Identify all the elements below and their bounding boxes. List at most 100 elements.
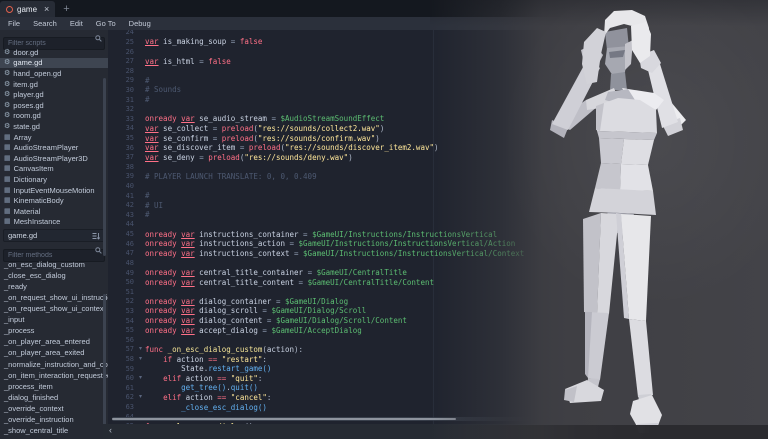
collapse-panel-icon[interactable]: ‹ <box>109 425 112 435</box>
fold-arrow-icon[interactable]: ▾ <box>136 394 145 400</box>
script-item-audiostreamplayer3d[interactable]: ▦AudioStreamPlayer3D <box>0 153 108 164</box>
method-item--input[interactable]: _input <box>0 314 108 325</box>
line-number: 39 <box>108 172 136 180</box>
current-script-header: game.gd <box>3 229 105 242</box>
code-text: var se_confirm = preload("res://sounds/c… <box>145 134 380 143</box>
method-item--on-item-interaction-requested[interactable]: _on_item_interaction_requested <box>0 370 108 381</box>
class-icon: ▦ <box>4 218 11 225</box>
code-text: onready var central_title_content = $Gam… <box>145 278 434 287</box>
line-number: 57 <box>108 345 136 353</box>
method-item--close-esc-dialog[interactable]: _close_esc_dialog <box>0 270 108 281</box>
method-item--override-instruction[interactable]: _override_instruction <box>0 414 108 425</box>
menu-file[interactable]: File <box>8 19 20 28</box>
code-text: var se_collect = preload("res://sounds/c… <box>145 124 384 133</box>
menu-edit[interactable]: Edit <box>70 19 83 28</box>
menu-go-to[interactable]: Go To <box>96 19 116 28</box>
horizontal-scrollbar-thumb[interactable] <box>112 418 456 420</box>
head <box>582 10 651 90</box>
godot-editor-window: game × + FileSearchEditGo ToDebug ⚙door.… <box>0 0 768 439</box>
script-icon: ⚙ <box>4 59 10 66</box>
script-item-audiostreamplayer[interactable]: ▦AudioStreamPlayer <box>0 142 108 153</box>
item-label: poses.gd <box>13 101 43 110</box>
script-item-player-gd[interactable]: ⚙player.gd <box>0 89 108 100</box>
viewport-bottom-strip <box>430 425 768 439</box>
script-item-room-gd[interactable]: ⚙room.gd <box>0 111 108 122</box>
line-number: 29 <box>108 76 136 84</box>
line-number: 46 <box>108 240 136 248</box>
scene-tab-label: game <box>17 5 37 14</box>
code-text: var is_making_soup = false <box>145 37 262 46</box>
item-label: _override_context <box>4 404 64 413</box>
method-item--on-request-show-ui-context[interactable]: _on_request_show_ui_context <box>0 303 108 314</box>
script-icon: ⚙ <box>4 91 10 98</box>
method-item--normalize-instruction-and-con[interactable]: _normalize_instruction_and_con <box>0 359 108 370</box>
code-text: State.restart_game() <box>145 364 271 373</box>
code-text: # UI <box>145 201 163 210</box>
item-label: Array <box>14 133 32 142</box>
line-number: 61 <box>108 384 136 392</box>
method-item--process-item[interactable]: _process_item <box>0 381 108 392</box>
script-item-dictionary[interactable]: ▦Dictionary <box>0 174 108 185</box>
script-item-item-gd[interactable]: ⚙item.gd <box>0 79 108 90</box>
item-label: _process_item <box>4 382 53 391</box>
menu-search[interactable]: Search <box>33 19 57 28</box>
code-text: onready var dialog_container = $GameUI/D… <box>145 297 348 306</box>
code-text: # <box>145 95 150 104</box>
method-item--process[interactable]: _process <box>0 325 108 336</box>
item-label: hand_open.gd <box>13 69 61 78</box>
class-icon: ▦ <box>4 144 11 151</box>
scene-tab-game[interactable]: game × <box>0 1 55 17</box>
methods-list: _on_esc_dialog_custom_close_esc_dialog_r… <box>0 259 108 436</box>
method-item--on-request-show-ui-instruction[interactable]: _on_request_show_ui_instruction <box>0 292 108 303</box>
item-label: MeshInstance <box>14 217 61 226</box>
methods-scrollbar[interactable] <box>103 294 106 439</box>
item-label: _override_instruction <box>4 415 74 424</box>
item-label: _on_request_show_ui_instruction <box>4 293 108 302</box>
script-item-inputeventmousemotion[interactable]: ▦InputEventMouseMotion <box>0 185 108 196</box>
code-text: _close_esc_dialog() <box>145 403 267 412</box>
script-item-hand-open-gd[interactable]: ⚙hand_open.gd <box>0 68 108 79</box>
script-item-array[interactable]: ▦Array <box>0 132 108 143</box>
close-tab-icon[interactable]: × <box>44 5 49 14</box>
class-icon: ▦ <box>4 176 11 183</box>
script-item-state-gd[interactable]: ⚙state.gd <box>0 121 108 132</box>
code-text: onready var central_title_container = $G… <box>145 268 407 277</box>
left-leg <box>564 213 619 403</box>
method-item--on-esc-dialog-custom[interactable]: _on_esc_dialog_custom <box>0 259 108 270</box>
method-item--on-player-area-exited[interactable]: _on_player_area_exited <box>0 347 108 358</box>
method-item--dialog-finished[interactable]: _dialog_finished <box>0 392 108 403</box>
sort-methods-icon[interactable] <box>92 232 100 240</box>
scripts-scrollbar[interactable] <box>103 78 106 256</box>
fold-arrow-icon[interactable]: ▾ <box>136 346 145 352</box>
line-number: 38 <box>108 163 136 171</box>
item-label: door.gd <box>13 48 38 57</box>
fold-arrow-icon[interactable]: ▾ <box>136 356 145 362</box>
script-item-game-gd[interactable]: ⚙game.gd <box>0 58 108 69</box>
script-item-poses-gd[interactable]: ⚙poses.gd <box>0 100 108 111</box>
code-text: # <box>145 191 150 200</box>
viewport-3d <box>430 0 768 439</box>
code-text: onready var se_audio_stream = $AudioStre… <box>145 114 384 123</box>
add-scene-tab-icon[interactable]: + <box>63 4 69 15</box>
fold-arrow-icon[interactable]: ▾ <box>136 375 145 381</box>
item-label: _close_esc_dialog <box>4 271 66 280</box>
method-item--ready[interactable]: _ready <box>0 281 108 292</box>
line-number: 35 <box>108 134 136 142</box>
script-item-material[interactable]: ▦Material <box>0 206 108 217</box>
class-icon: ▦ <box>4 134 11 141</box>
code-text: elif action == "cancel": <box>145 393 271 402</box>
code-text: elif action == "quit": <box>145 374 262 383</box>
code-text: onready var accept_dialog = $GameUI/Acce… <box>145 326 362 335</box>
code-text: func _on_esc_dialog_custom(action): <box>145 345 303 354</box>
script-item-kinematicbody[interactable]: ▦KinematicBody <box>0 195 108 206</box>
line-number: 47 <box>108 249 136 257</box>
method-item--on-player-area-entered[interactable]: _on_player_area_entered <box>0 336 108 347</box>
menu-debug[interactable]: Debug <box>129 19 151 28</box>
item-label: Dictionary <box>14 175 47 184</box>
script-item-canvasitem[interactable]: ▦CanvasItem <box>0 164 108 175</box>
script-item-door-gd[interactable]: ⚙door.gd <box>0 47 108 58</box>
torso <box>586 88 664 233</box>
method-item--override-context[interactable]: _override_context <box>0 403 108 414</box>
method-item--show-central-title[interactable]: _show_central_title <box>0 425 108 436</box>
script-item-meshinstance[interactable]: ▦MeshInstance <box>0 217 108 228</box>
